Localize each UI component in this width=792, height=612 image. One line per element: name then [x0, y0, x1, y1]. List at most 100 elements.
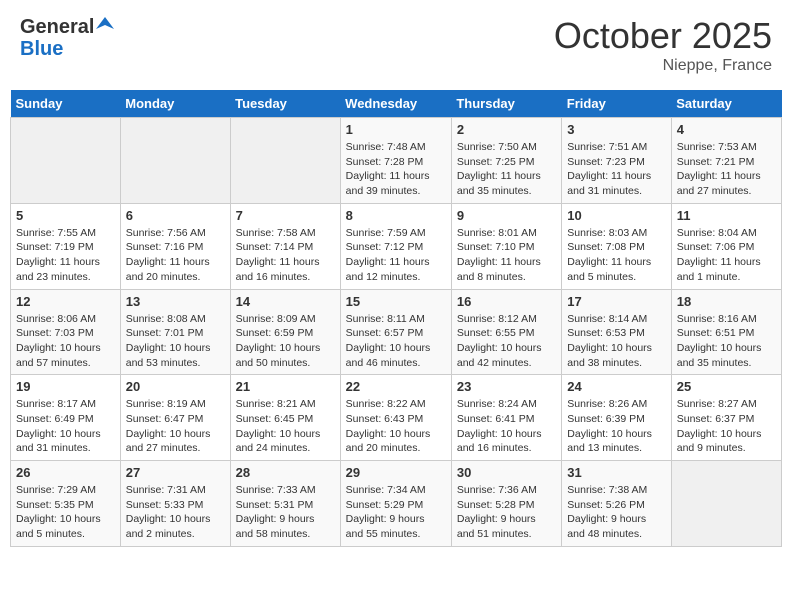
day-number: 7 — [236, 208, 335, 223]
day-number: 25 — [677, 379, 776, 394]
calendar-cell: 22Sunrise: 8:22 AM Sunset: 6:43 PM Dayli… — [340, 375, 451, 461]
day-info: Sunrise: 7:33 AM Sunset: 5:31 PM Dayligh… — [236, 483, 335, 542]
calendar-cell: 24Sunrise: 8:26 AM Sunset: 6:39 PM Dayli… — [562, 375, 671, 461]
day-number: 10 — [567, 208, 665, 223]
calendar-cell: 5 Sunrise: 7:55 AM Sunset: 7:19 PM Daylig… — [11, 203, 121, 289]
calendar-cell: 21Sunrise: 8:21 AM Sunset: 6:45 PM Dayli… — [230, 375, 340, 461]
calendar-cell: 11 Sunrise: 8:04 AM Sunset: 7:06 PM Dayli… — [671, 203, 781, 289]
day-number: 3 — [567, 122, 665, 137]
day-info: Sunrise: 7:56 AM Sunset: 7:16 PM Dayligh… — [126, 226, 225, 285]
day-number: 13 — [126, 294, 225, 309]
day-info: Sunrise: 8:22 AM Sunset: 6:43 PM Dayligh… — [346, 397, 446, 456]
day-number: 18 — [677, 294, 776, 309]
calendar-cell: 3 Sunrise: 7:51 AM Sunset: 7:23 PM Daylig… — [562, 118, 671, 204]
calendar-cell: 29 Sunrise: 7:34 AM Sunset: 5:29 PM Dayli… — [340, 461, 451, 547]
day-info: Sunrise: 8:11 AM Sunset: 6:57 PM Dayligh… — [346, 312, 446, 371]
day-info: Sunrise: 7:51 AM Sunset: 7:23 PM Dayligh… — [567, 140, 665, 199]
day-number: 17 — [567, 294, 665, 309]
calendar-cell: 15Sunrise: 8:11 AM Sunset: 6:57 PM Dayli… — [340, 289, 451, 375]
calendar-cell: 9 Sunrise: 8:01 AM Sunset: 7:10 PM Daylig… — [451, 203, 561, 289]
day-number: 9 — [457, 208, 556, 223]
calendar-body: 1 Sunrise: 7:48 AM Sunset: 7:28 PM Daylig… — [11, 118, 782, 547]
day-info: Sunrise: 8:16 AM Sunset: 6:51 PM Dayligh… — [677, 312, 776, 371]
day-info: Sunrise: 7:38 AM Sunset: 5:26 PM Dayligh… — [567, 483, 665, 542]
header-day-thursday: Thursday — [451, 90, 561, 118]
calendar-cell: 2 Sunrise: 7:50 AM Sunset: 7:25 PM Daylig… — [451, 118, 561, 204]
logo-general: General — [20, 16, 94, 38]
day-info: Sunrise: 8:04 AM Sunset: 7:06 PM Dayligh… — [677, 226, 776, 285]
day-info: Sunrise: 8:08 AM Sunset: 7:01 PM Dayligh… — [126, 312, 225, 371]
day-info: Sunrise: 7:48 AM Sunset: 7:28 PM Dayligh… — [346, 140, 446, 199]
day-number: 28 — [236, 465, 335, 480]
day-info: Sunrise: 8:14 AM Sunset: 6:53 PM Dayligh… — [567, 312, 665, 371]
calendar-table: SundayMondayTuesdayWednesdayThursdayFrid… — [10, 90, 782, 547]
month-title: October 2025 — [554, 15, 772, 57]
header-row: SundayMondayTuesdayWednesdayThursdayFrid… — [11, 90, 782, 118]
calendar-cell: 17 Sunrise: 8:14 AM Sunset: 6:53 PM Dayli… — [562, 289, 671, 375]
day-info: Sunrise: 7:53 AM Sunset: 7:21 PM Dayligh… — [677, 140, 776, 199]
day-info: Sunrise: 8:24 AM Sunset: 6:41 PM Dayligh… — [457, 397, 556, 456]
day-info: Sunrise: 8:03 AM Sunset: 7:08 PM Dayligh… — [567, 226, 665, 285]
logo-blue: Blue — [20, 38, 63, 60]
day-info: Sunrise: 8:12 AM Sunset: 6:55 PM Dayligh… — [457, 312, 556, 371]
day-number: 8 — [346, 208, 446, 223]
day-number: 27 — [126, 465, 225, 480]
day-number: 16 — [457, 294, 556, 309]
day-info: Sunrise: 7:29 AM Sunset: 5:35 PM Dayligh… — [16, 483, 115, 542]
calendar-cell — [671, 461, 781, 547]
calendar-cell: 28 Sunrise: 7:33 AM Sunset: 5:31 PM Dayli… — [230, 461, 340, 547]
day-number: 5 — [16, 208, 115, 223]
calendar-cell: 19Sunrise: 8:17 AM Sunset: 6:49 PM Dayli… — [11, 375, 121, 461]
day-info: Sunrise: 7:36 AM Sunset: 5:28 PM Dayligh… — [457, 483, 556, 542]
day-number: 19 — [16, 379, 115, 394]
day-info: Sunrise: 7:59 AM Sunset: 7:12 PM Dayligh… — [346, 226, 446, 285]
day-number: 30 — [457, 465, 556, 480]
day-info: Sunrise: 7:50 AM Sunset: 7:25 PM Dayligh… — [457, 140, 556, 199]
header-day-tuesday: Tuesday — [230, 90, 340, 118]
day-number: 29 — [346, 465, 446, 480]
day-info: Sunrise: 8:06 AM Sunset: 7:03 PM Dayligh… — [16, 312, 115, 371]
day-number: 6 — [126, 208, 225, 223]
week-row-1: 1 Sunrise: 7:48 AM Sunset: 7:28 PM Daylig… — [11, 118, 782, 204]
day-number: 11 — [677, 208, 776, 223]
title-block: October 2025 Nieppe, France — [554, 15, 772, 75]
calendar-cell: 27 Sunrise: 7:31 AM Sunset: 5:33 PM Dayli… — [120, 461, 230, 547]
day-number: 26 — [16, 465, 115, 480]
day-info: Sunrise: 8:01 AM Sunset: 7:10 PM Dayligh… — [457, 226, 556, 285]
header-day-saturday: Saturday — [671, 90, 781, 118]
calendar-cell: 4Sunrise: 7:53 AM Sunset: 7:21 PM Daylig… — [671, 118, 781, 204]
day-number: 31 — [567, 465, 665, 480]
week-row-5: 26 Sunrise: 7:29 AM Sunset: 5:35 PM Dayli… — [11, 461, 782, 547]
calendar-cell: 20 Sunrise: 8:19 AM Sunset: 6:47 PM Dayli… — [120, 375, 230, 461]
header-day-monday: Monday — [120, 90, 230, 118]
calendar-cell: 30 Sunrise: 7:36 AM Sunset: 5:28 PM Dayli… — [451, 461, 561, 547]
calendar-cell — [11, 118, 121, 204]
calendar-cell: 1 Sunrise: 7:48 AM Sunset: 7:28 PM Daylig… — [340, 118, 451, 204]
day-info: Sunrise: 8:21 AM Sunset: 6:45 PM Dayligh… — [236, 397, 335, 456]
day-number: 23 — [457, 379, 556, 394]
calendar-cell: 14Sunrise: 8:09 AM Sunset: 6:59 PM Dayli… — [230, 289, 340, 375]
day-number: 20 — [126, 379, 225, 394]
week-row-3: 12 Sunrise: 8:06 AM Sunset: 7:03 PM Dayli… — [11, 289, 782, 375]
day-number: 24 — [567, 379, 665, 394]
day-info: Sunrise: 7:34 AM Sunset: 5:29 PM Dayligh… — [346, 483, 446, 542]
header-day-wednesday: Wednesday — [340, 90, 451, 118]
week-row-2: 5 Sunrise: 7:55 AM Sunset: 7:19 PM Daylig… — [11, 203, 782, 289]
day-info: Sunrise: 7:31 AM Sunset: 5:33 PM Dayligh… — [126, 483, 225, 542]
day-number: 2 — [457, 122, 556, 137]
calendar-cell: 7Sunrise: 7:58 AM Sunset: 7:14 PM Daylig… — [230, 203, 340, 289]
location: Nieppe, France — [554, 57, 772, 75]
calendar-cell: 18 Sunrise: 8:16 AM Sunset: 6:51 PM Dayli… — [671, 289, 781, 375]
day-number: 1 — [346, 122, 446, 137]
day-info: Sunrise: 8:19 AM Sunset: 6:47 PM Dayligh… — [126, 397, 225, 456]
calendar-cell: 6 Sunrise: 7:56 AM Sunset: 7:16 PM Daylig… — [120, 203, 230, 289]
day-info: Sunrise: 7:55 AM Sunset: 7:19 PM Dayligh… — [16, 226, 115, 285]
page-header: General Blue October 2025 Nieppe, France — [10, 10, 782, 80]
calendar-header: SundayMondayTuesdayWednesdayThursdayFrid… — [11, 90, 782, 118]
logo: General Blue — [20, 15, 114, 60]
calendar-cell: 25Sunrise: 8:27 AM Sunset: 6:37 PM Dayli… — [671, 375, 781, 461]
day-number: 12 — [16, 294, 115, 309]
day-number: 14 — [236, 294, 335, 309]
calendar-cell: 8 Sunrise: 7:59 AM Sunset: 7:12 PM Daylig… — [340, 203, 451, 289]
calendar-cell: 13 Sunrise: 8:08 AM Sunset: 7:01 PM Dayli… — [120, 289, 230, 375]
